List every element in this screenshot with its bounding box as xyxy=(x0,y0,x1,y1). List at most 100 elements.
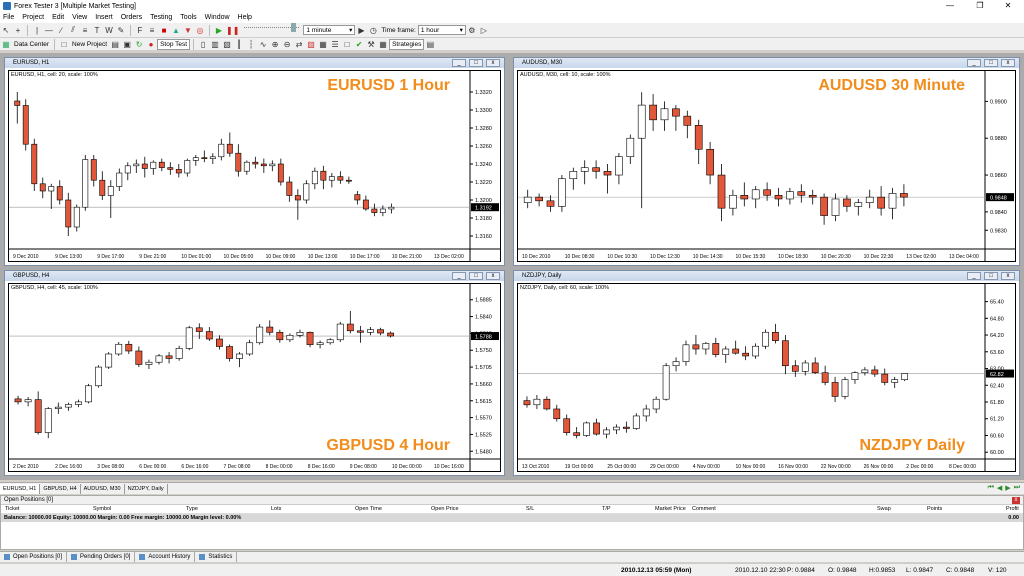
document-icon[interactable]: ▯ xyxy=(198,39,208,50)
horizontal-line-icon[interactable]: — xyxy=(44,25,54,36)
objects-icon[interactable]: ◎ xyxy=(195,25,205,36)
chart-restore-button[interactable]: □ xyxy=(984,272,998,280)
indicators-icon[interactable]: ▨ xyxy=(306,39,316,50)
speed-combo[interactable]: 1 minute ▾ xyxy=(303,25,356,35)
chart-plot[interactable]: 0.9900 0.9880 0.9860 0.9840 0.9830 0.9848 10 D… xyxy=(517,70,1016,262)
menu-edit[interactable]: Edit xyxy=(52,14,64,21)
maximize-button[interactable]: ❐ xyxy=(966,0,994,12)
chart-window-gbpusd[interactable]: GBPUSD, H4 _□x 1.58851.58401.57951.57501… xyxy=(4,270,505,476)
menu-file[interactable]: File xyxy=(3,14,14,21)
menu-window[interactable]: Window xyxy=(205,14,230,21)
arrow-up-icon[interactable]: ▲ xyxy=(171,25,181,36)
chart-minimize-button[interactable]: _ xyxy=(452,59,466,67)
column-header[interactable]: Points xyxy=(927,506,942,512)
column-header[interactable]: Open Time xyxy=(355,506,382,512)
tab-audusd[interactable]: AUDUSD, M30 xyxy=(81,483,125,494)
chart-close-button[interactable]: x xyxy=(486,272,500,280)
bar-chart-icon[interactable]: ┃ xyxy=(234,39,244,50)
close-button[interactable]: ✕ xyxy=(994,0,1022,12)
chart-restore-button[interactable]: □ xyxy=(469,272,483,280)
open-icon[interactable]: ▤ xyxy=(110,39,120,50)
menu-testing[interactable]: Testing xyxy=(150,14,172,21)
new-project-icon[interactable]: □ xyxy=(59,39,69,50)
line-style-icon[interactable]: ≡ xyxy=(147,25,157,36)
stop-test-button[interactable]: Stop Test xyxy=(157,38,191,50)
pause-icon[interactable]: ❚❚ xyxy=(226,25,239,36)
next-tab-icon[interactable]: ▶ xyxy=(1005,484,1010,492)
column-header[interactable]: Symbol xyxy=(93,506,111,512)
chart-window-audusd[interactable]: AUDUSD, M30 _ □ x 0.9900 0.9880 0.9860 0.9840… xyxy=(513,57,1020,266)
strategies-button[interactable]: Strategies xyxy=(389,38,425,50)
chart-restore-button[interactable]: □ xyxy=(984,59,998,67)
channel-icon[interactable]: ⫽ xyxy=(68,25,78,36)
column-header[interactable]: Open Price xyxy=(431,506,459,512)
column-header[interactable]: Type xyxy=(186,506,198,512)
scroll-icon[interactable]: ⇄ xyxy=(294,39,304,50)
color-picker-icon[interactable]: ■ xyxy=(159,25,169,36)
chart-window-eurusd[interactable]: EURUSD, H1 _ □ x 1.3320 1.3300 1.3280 1.3260 1… xyxy=(4,57,505,266)
hammer-icon[interactable]: ⚒ xyxy=(366,39,376,50)
template-icon[interactable]: ▧ xyxy=(222,39,232,50)
clock-icon[interactable]: ◷ xyxy=(368,25,378,36)
column-header[interactable]: T/P xyxy=(602,506,611,512)
chart-close-button[interactable]: x xyxy=(1001,59,1015,67)
column-header[interactable]: Lots xyxy=(271,506,281,512)
step-icon[interactable]: ▶ xyxy=(356,25,366,36)
fibonacci-icon[interactable]: ≡ xyxy=(80,25,90,36)
menu-view[interactable]: View xyxy=(72,14,87,21)
chart-close-button[interactable]: x xyxy=(486,59,500,67)
chart-close-button[interactable]: x xyxy=(1001,272,1015,280)
tab-open-positions[interactable]: Open Positions [0] xyxy=(0,552,68,562)
play-icon[interactable]: ▶ xyxy=(214,25,224,36)
trend-line-icon[interactable]: ∕ xyxy=(56,25,66,36)
menu-help[interactable]: Help xyxy=(238,14,252,21)
column-header[interactable]: Comment xyxy=(692,506,716,512)
data-center-button[interactable]: Data Center xyxy=(12,39,51,50)
strategies-icon[interactable]: ▦ xyxy=(378,39,388,50)
column-header[interactable]: Profit xyxy=(1006,506,1019,512)
settings-icon[interactable]: ⚙ xyxy=(467,25,477,36)
vertical-line-icon[interactable]: | xyxy=(32,25,42,36)
first-tab-icon[interactable]: ⏮ xyxy=(988,484,994,492)
column-header[interactable]: Swap xyxy=(877,506,891,512)
column-header[interactable]: Ticket xyxy=(5,506,19,512)
menu-orders[interactable]: Orders xyxy=(121,14,142,21)
line-chart-icon[interactable]: ∿ xyxy=(258,39,268,50)
speed-slider[interactable] xyxy=(244,23,300,33)
timeframe-combo[interactable]: 1 hour ▾ xyxy=(417,25,466,35)
tab-nzdjpy[interactable]: NZDJPY, Daily xyxy=(125,483,168,494)
close-icon[interactable]: x xyxy=(1012,497,1020,504)
zoom-out-icon[interactable]: ⊖ xyxy=(282,39,292,50)
text-tool-icon[interactable]: T xyxy=(92,25,102,36)
tab-gbpusd[interactable]: GBPUSD, H4 xyxy=(40,483,81,494)
screenshot-icon[interactable]: □ xyxy=(342,39,352,50)
chart-minimize-button[interactable]: _ xyxy=(452,272,466,280)
save-icon[interactable]: ▣ xyxy=(122,39,132,50)
font-icon[interactable]: F xyxy=(135,25,145,36)
chart-plot[interactable]: 1.58851.58401.57951.57501.57051.56601.56… xyxy=(8,283,501,472)
brush-icon[interactable]: ✎ xyxy=(116,25,126,36)
prev-tab-icon[interactable]: ◀ xyxy=(997,484,1002,492)
check-icon[interactable]: ✔ xyxy=(354,39,364,50)
candle-chart-icon[interactable]: ┆ xyxy=(246,39,256,50)
tab-account-history[interactable]: Account History xyxy=(135,552,196,562)
new-project-button[interactable]: New Project xyxy=(70,39,109,50)
zoom-in-icon[interactable]: ⊕ xyxy=(270,39,280,50)
column-header[interactable]: S/L xyxy=(526,506,534,512)
table-icon[interactable]: ▤ xyxy=(425,39,435,50)
menu-insert[interactable]: Insert xyxy=(95,14,113,21)
pitchfork-icon[interactable]: W xyxy=(104,25,114,36)
chart-minimize-button[interactable]: _ xyxy=(967,272,981,280)
minimize-button[interactable]: — xyxy=(936,0,964,12)
cursor-icon[interactable]: ↖ xyxy=(1,25,11,36)
data-center-icon[interactable]: ▦ xyxy=(1,39,11,50)
chart-icon[interactable]: ▥ xyxy=(210,39,220,50)
bar-forward-icon[interactable]: ▷ xyxy=(479,25,489,36)
chart-window-nzdjpy[interactable]: NZDJPY, Daily _ □ x 65.40 64.80 64.20 63.60 63… xyxy=(513,270,1020,476)
last-tab-icon[interactable]: ⏭ xyxy=(1014,484,1020,492)
stop-icon[interactable]: ● xyxy=(146,39,156,50)
tab-eurusd[interactable]: EURUSD, H1 xyxy=(0,483,41,494)
periods-icon[interactable]: ☰ xyxy=(330,39,340,50)
chart-restore-button[interactable]: □ xyxy=(469,59,483,67)
speed-slider-thumb[interactable] xyxy=(291,23,297,32)
